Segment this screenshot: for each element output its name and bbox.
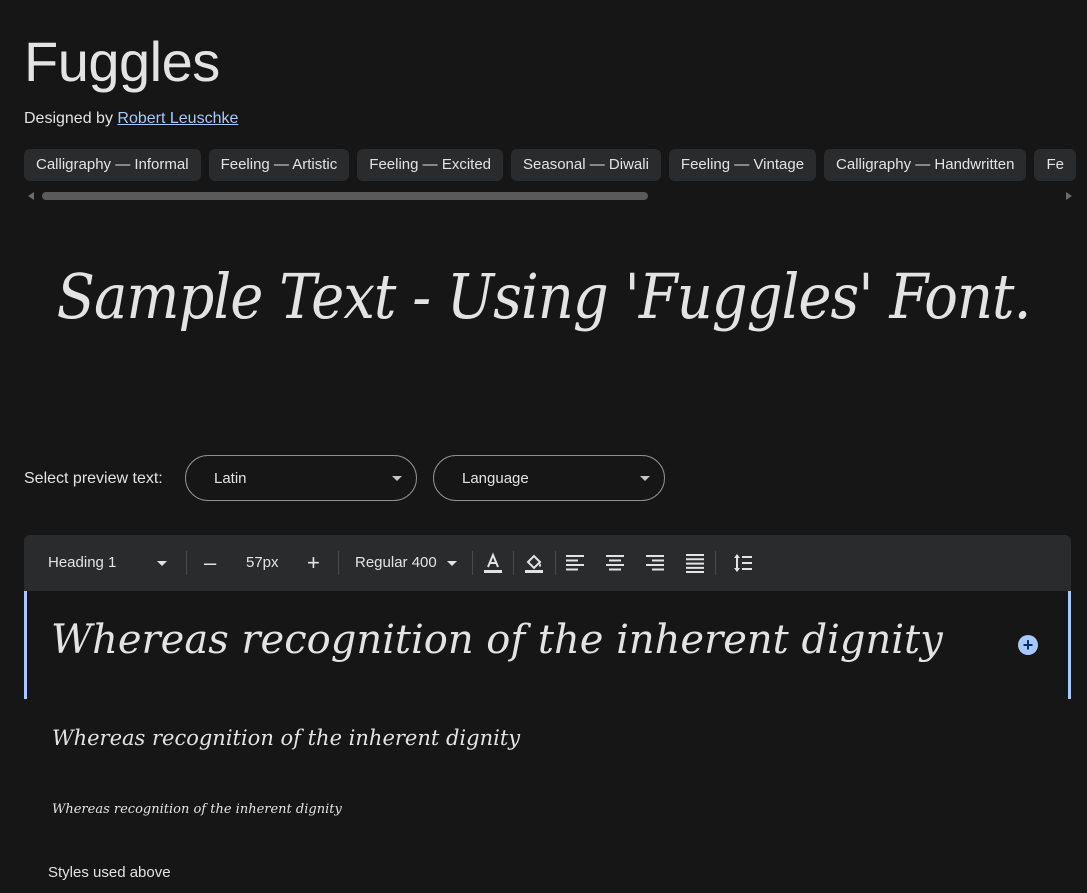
chevron-down-icon	[392, 476, 402, 481]
align-justify-icon[interactable]	[683, 551, 707, 575]
toolbar-divider	[338, 551, 339, 575]
designer-link[interactable]: Robert Leuschke	[117, 110, 238, 127]
language-select[interactable]: Language	[433, 455, 665, 501]
add-row-button[interactable]: +	[1018, 635, 1038, 655]
toolbar-divider	[186, 551, 187, 575]
preview-row-text[interactable]: Whereas recognition of the inherent dign…	[52, 802, 342, 817]
styles-used-heading: Styles used above	[48, 864, 171, 881]
align-center-icon[interactable]	[603, 551, 627, 575]
preview-row-text[interactable]: Whereas recognition of the inherent dign…	[52, 726, 520, 750]
chevron-down-icon	[156, 560, 167, 566]
tag-chip[interactable]: Seasonal — Diwali	[511, 149, 661, 181]
line-height-icon[interactable]	[731, 551, 755, 575]
preview-toolbar: Heading 1 – 57px + Regular 400	[24, 535, 1071, 591]
sample-text: Sample Text - Using 'Fuggles' Font.	[56, 261, 1032, 334]
toolbar-divider	[555, 551, 556, 575]
chevron-down-icon	[446, 560, 457, 566]
align-right-icon[interactable]	[643, 551, 667, 575]
weight-select[interactable]: Regular 400	[355, 535, 457, 591]
tag-chip[interactable]: Feeling — Vintage	[668, 149, 817, 181]
toolbar-divider	[513, 551, 514, 575]
scroll-right-arrow-icon[interactable]	[1066, 192, 1072, 200]
tag-chip[interactable]: Feeling — Artistic	[208, 149, 350, 181]
tag-chip[interactable]: Calligraphy — Handwritten	[824, 149, 1027, 181]
preview-row-active[interactable]: Whereas recognition of the inherent dign…	[24, 591, 1071, 699]
tag-chip[interactable]: Calligraphy — Informal	[24, 149, 201, 181]
tag-chip[interactable]: Fe	[1034, 149, 1076, 181]
tag-chip[interactable]: Feeling — Excited	[357, 149, 504, 181]
style-select-value: Heading 1	[48, 554, 117, 571]
highlight-color-icon[interactable]	[522, 551, 546, 575]
designed-by-label: Designed by	[24, 110, 113, 127]
weight-select-value: Regular 400	[355, 554, 437, 571]
chevron-down-icon	[640, 476, 650, 481]
preview-text-label: Select preview text:	[24, 470, 163, 487]
preview-row-text[interactable]: Whereas recognition of the inherent dign…	[51, 617, 943, 663]
text-color-icon[interactable]	[481, 551, 505, 575]
scroll-left-arrow-icon[interactable]	[28, 192, 34, 200]
style-select[interactable]: Heading 1	[48, 535, 167, 591]
font-size-value[interactable]: 57px	[246, 535, 279, 591]
increase-size-button[interactable]: +	[307, 535, 320, 591]
align-left-icon[interactable]	[563, 551, 587, 575]
script-select[interactable]: Latin	[185, 455, 417, 501]
toolbar-divider	[472, 551, 473, 575]
scroll-thumb[interactable]	[42, 192, 648, 200]
tag-list: Calligraphy — Informal Feeling — Artistic…	[24, 149, 1087, 181]
font-title: Fuggles	[24, 30, 220, 93]
decrease-size-button[interactable]: –	[204, 535, 216, 591]
tags-scrollbar[interactable]	[24, 190, 1072, 202]
language-select-value: Language	[462, 470, 529, 487]
designer-line: Designed by Robert Leuschke	[24, 110, 238, 128]
toolbar-divider	[715, 551, 716, 575]
script-select-value: Latin	[214, 470, 247, 487]
